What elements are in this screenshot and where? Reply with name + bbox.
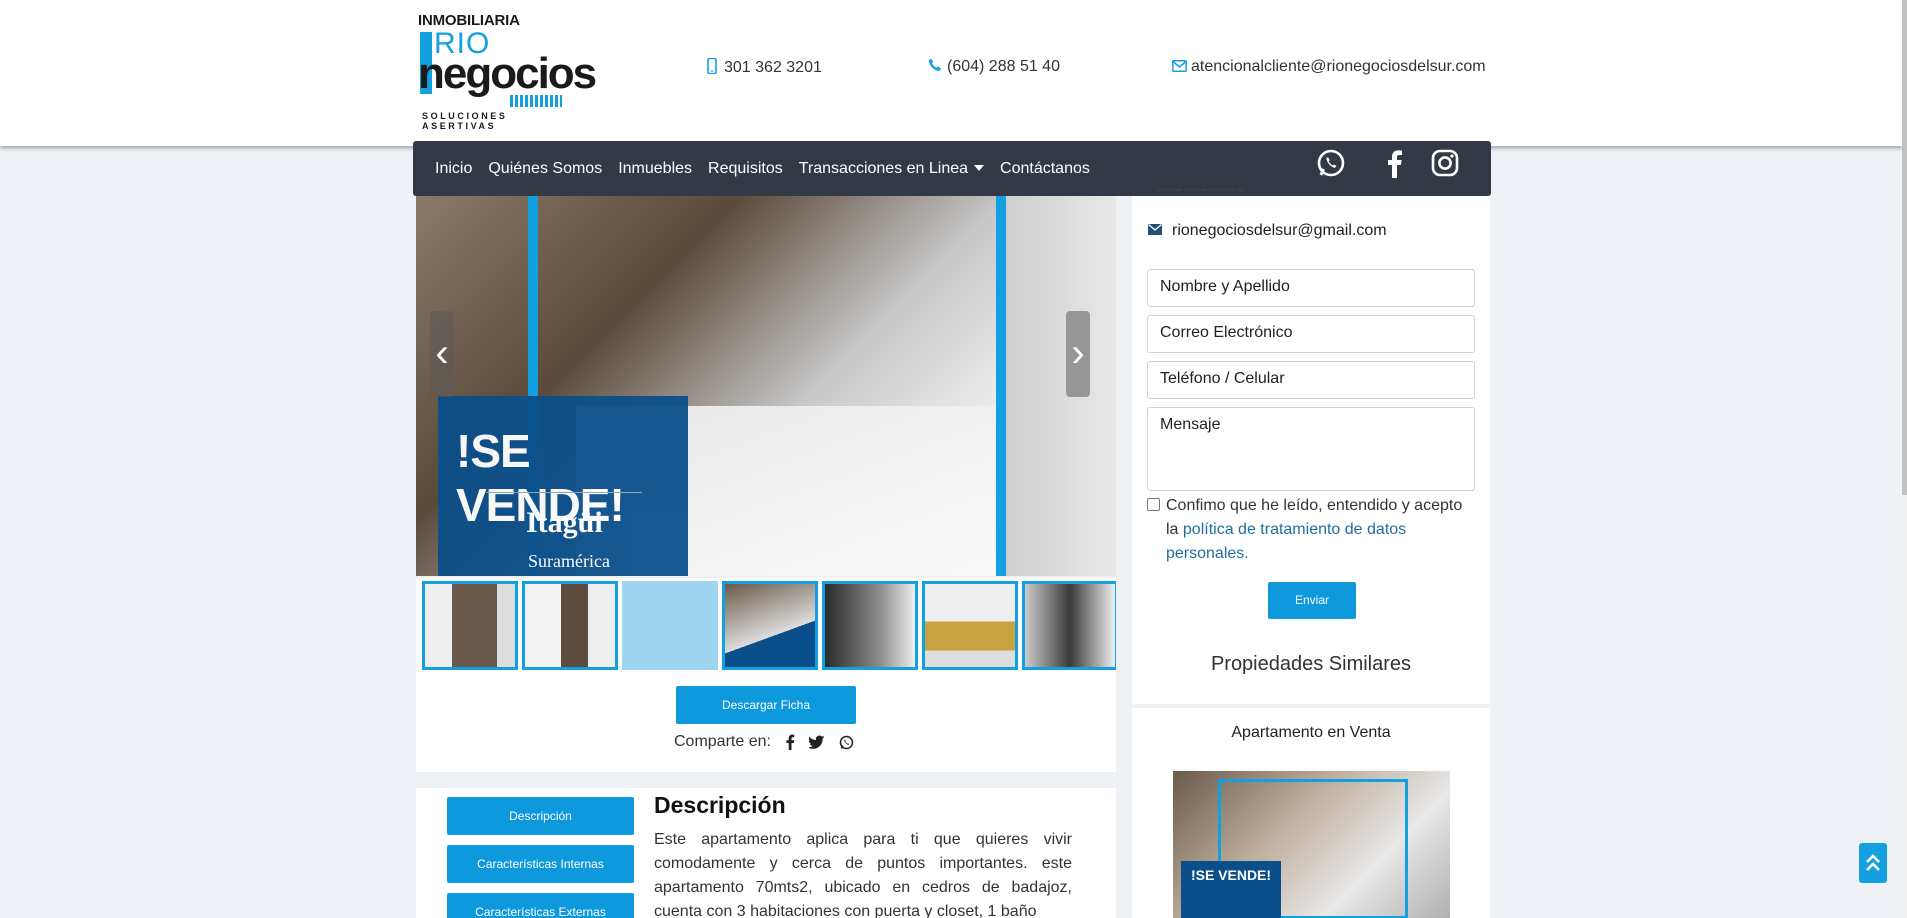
phone-icon: [928, 58, 942, 76]
email-input[interactable]: Correo Electrónico: [1147, 315, 1475, 353]
nav-item-inicio[interactable]: Inicio: [435, 160, 472, 178]
company-logo[interactable]: INMOBILIARIA RIO negocios SOLUCIONES ASE…: [418, 12, 597, 131]
thumbnail-strip: [416, 578, 1116, 670]
carousel-next-button[interactable]: ›: [1066, 311, 1090, 397]
submit-button[interactable]: Enviar: [1268, 582, 1356, 619]
thumbnail[interactable]: [422, 581, 518, 670]
site-header: INMOBILIARIA RIO negocios SOLUCIONES ASE…: [0, 0, 1902, 146]
carousel-prev-button[interactable]: ‹: [430, 311, 454, 397]
nav-item-inmuebles[interactable]: Inmuebles: [618, 160, 692, 178]
banner-divider: [486, 492, 642, 493]
phone-input[interactable]: Teléfono / Celular: [1147, 361, 1475, 399]
consent-checkbox[interactable]: [1147, 498, 1160, 511]
message-textarea[interactable]: Mensaje: [1147, 407, 1475, 491]
consent-label: Confimo que he leído, entendido y acepto…: [1166, 494, 1477, 566]
agent-email: rionegociosdelsur@gmail.com: [1172, 222, 1387, 239]
facebook-icon[interactable]: [1380, 148, 1414, 182]
privacy-consent: Confimo que he leído, entendido y acepto…: [1147, 494, 1477, 566]
tab-descripcion[interactable]: Descripción: [447, 797, 634, 835]
similar-properties-title: Propiedades Similares: [1210, 653, 1412, 675]
photo-wall: [1006, 196, 1116, 576]
logo-barcode: [510, 95, 562, 107]
nav-item-transacciones[interactable]: Transacciones en Linea: [798, 159, 985, 178]
banner-area: Suramérica: [528, 551, 610, 571]
scrollbar-thumb[interactable]: [1902, 0, 1907, 495]
nav-item-transacciones-label: Transacciones en Linea: [798, 159, 969, 177]
facebook-share-icon[interactable]: [785, 734, 795, 750]
mobile-phone-icon: [705, 57, 719, 78]
nav-item-quienes-somos[interactable]: Quiénes Somos: [488, 160, 602, 178]
property-image-carousel[interactable]: !SE VENDE! Itagüi Suramérica ‹ ›: [416, 196, 1116, 576]
privacy-policy-link[interactable]: política de tratamiento de datos persona…: [1166, 521, 1406, 562]
thumbnail[interactable]: [922, 581, 1018, 670]
photo-frame-right: [996, 196, 1006, 576]
logo-tagline: SOLUCIONES ASERTIVAS: [422, 111, 508, 131]
banner-city: Itagüi: [526, 506, 603, 539]
contact-sidebar: ▪ 3015623201 rionegociosdelsur@gmail.com…: [1132, 188, 1490, 704]
description-title: Descripción: [654, 792, 786, 818]
similar-property-card[interactable]: Apartamento en Venta !SE VENDE!: [1132, 708, 1490, 918]
thumbnail[interactable]: [722, 581, 818, 670]
instagram-icon[interactable]: [1430, 148, 1464, 182]
scroll-to-top-button[interactable]: [1859, 843, 1887, 883]
nav-item-requisitos[interactable]: Requisitos: [708, 160, 783, 178]
thumbnail[interactable]: [522, 581, 618, 670]
description-text: Este apartamento aplica para ti que quie…: [654, 831, 1072, 918]
agent-phone: 3015623201: [1156, 188, 1245, 195]
page-scrollbar[interactable]: [1902, 0, 1907, 918]
sale-banner: !SE VENDE! Itagüi Suramérica: [438, 396, 688, 576]
mobile-contact[interactable]: 301 362 3201: [705, 57, 822, 78]
envelope-icon: [1148, 222, 1162, 240]
similar-property-image[interactable]: !SE VENDE!: [1173, 771, 1450, 918]
email-contact[interactable]: atencionalcliente@rionegociosdelsur.com: [1172, 58, 1486, 76]
tab-caracteristicas-externas[interactable]: Características Externas: [447, 893, 634, 918]
mobile-number: 301 362 3201: [724, 59, 822, 76]
thumbnail[interactable]: [622, 581, 718, 670]
download-sheet-button[interactable]: Descargar Ficha: [676, 686, 856, 724]
email-address: atencionalcliente@rionegociosdelsur.com: [1191, 58, 1486, 75]
phone-number: (604) 288 51 40: [947, 58, 1060, 75]
description-card: Descripción Características Internas Car…: [416, 788, 1116, 918]
whatsapp-icon[interactable]: [1316, 148, 1350, 182]
phone-contact[interactable]: (604) 288 51 40: [928, 58, 1060, 76]
agent-email-row[interactable]: rionegociosdelsur@gmail.com: [1148, 222, 1387, 240]
name-input[interactable]: Nombre y Apellido: [1147, 269, 1475, 307]
tab-caracteristicas-internas[interactable]: Características Internas: [447, 845, 634, 883]
nav-item-contactanos[interactable]: Contáctanos: [1000, 160, 1090, 178]
actions-card: Descargar Ficha Comparte en:: [416, 670, 1116, 772]
envelope-icon: [1172, 59, 1187, 76]
similar-property-badge: !SE VENDE!: [1181, 861, 1281, 918]
thumbnail[interactable]: [822, 581, 918, 670]
logo-line-3: negocios: [418, 49, 597, 98]
twitter-share-icon[interactable]: [808, 735, 825, 749]
thumbnail[interactable]: [1022, 581, 1116, 670]
share-label: Comparte en:: [674, 733, 771, 750]
dropdown-caret-icon: [974, 165, 985, 172]
similar-property-title: Apartamento en Venta: [1231, 724, 1391, 741]
agent-phone-clipped: ▪ 3015623201: [1146, 188, 1256, 202]
double-chevron-up-icon: [1866, 854, 1880, 871]
share-bar: Comparte en:: [674, 733, 854, 751]
whatsapp-share-icon[interactable]: [839, 735, 854, 750]
